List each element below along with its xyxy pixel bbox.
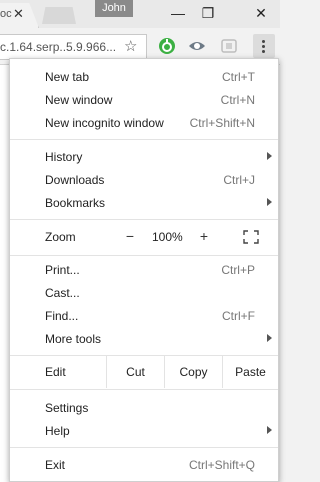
address-text: c.1.64.serp..5.9.966... [0, 40, 117, 54]
menu-item-label: New incognito window [45, 116, 164, 130]
menu-item-label: Print... [45, 263, 80, 277]
tab-close-icon[interactable]: ✕ [13, 6, 24, 22]
green-extension-icon[interactable] [158, 37, 176, 55]
new-tab-button[interactable] [42, 7, 76, 24]
fullscreen-icon[interactable] [243, 230, 259, 244]
menu-item-shortcut: Ctrl+T [222, 70, 255, 84]
menu-item-new-tab[interactable]: New tab Ctrl+T [10, 66, 278, 88]
eye-extension-icon[interactable] [188, 37, 206, 55]
menu-item-shortcut: Ctrl+F [222, 309, 255, 323]
zoom-in-button[interactable]: + [196, 228, 212, 244]
menu-item-downloads[interactable]: Downloads Ctrl+J [10, 169, 278, 191]
zoom-label: Zoom [45, 230, 76, 244]
menu-item-print[interactable]: Print... Ctrl+P [10, 259, 278, 281]
menu-item-label: History [45, 150, 83, 164]
edit-label: Edit [45, 365, 66, 379]
address-bar[interactable]: c.1.64.serp..5.9.966... ☆ [0, 34, 147, 60]
menu-item-label: New window [45, 93, 113, 107]
menu-separator [10, 447, 278, 448]
cut-button[interactable]: Cut [106, 356, 164, 388]
profile-name-badge[interactable]: John [95, 0, 133, 17]
menu-separator [10, 219, 278, 220]
menu-item-bookmarks[interactable]: Bookmarks [10, 192, 278, 214]
menu-item-new-window[interactable]: New window Ctrl+N [10, 89, 278, 111]
menu-item-label: Find... [45, 309, 79, 323]
menu-item-cast[interactable]: Cast... [10, 282, 278, 304]
edit-row: Edit Cut Copy Paste [10, 356, 278, 388]
menu-item-label: More tools [45, 332, 102, 346]
zoom-out-button[interactable]: − [122, 228, 138, 244]
chrome-menu: New tab Ctrl+T New window Ctrl+N New inc… [9, 58, 279, 482]
menu-item-shortcut: Ctrl+J [223, 173, 255, 187]
active-tab[interactable]: oc ✕ [0, 3, 39, 28]
menu-item-shortcut: Ctrl+P [221, 263, 255, 277]
menu-item-new-incognito-window[interactable]: New incognito window Ctrl+Shift+N [10, 112, 278, 134]
menu-item-label: Downloads [45, 173, 105, 187]
submenu-arrow-icon [267, 152, 272, 160]
submenu-arrow-icon [267, 426, 272, 434]
minimize-button[interactable]: — [168, 4, 188, 22]
menu-item-more-tools[interactable]: More tools [10, 328, 278, 350]
submenu-arrow-icon [267, 334, 272, 342]
copy-button[interactable]: Copy [164, 356, 222, 388]
menu-item-label: Exit [45, 458, 66, 472]
menu-item-settings[interactable]: Settings [10, 397, 278, 419]
menu-kebab-icon[interactable] [253, 34, 275, 58]
maximize-button[interactable]: ❐ [198, 4, 218, 22]
menu-item-history[interactable]: History [10, 146, 278, 168]
menu-item-help[interactable]: Help [10, 420, 278, 442]
tab-title: oc [0, 8, 12, 20]
menu-item-shortcut: Ctrl+Shift+Q [188, 458, 255, 472]
zoom-row: Zoom − 100% + [10, 221, 278, 253]
bookmark-star-icon[interactable]: ☆ [124, 37, 137, 55]
title-bar: oc ✕ John — ❐ ✕ [0, 0, 280, 28]
disabled-extension-icon[interactable] [220, 37, 238, 55]
menu-item-shortcut: Ctrl+Shift+N [189, 116, 255, 130]
zoom-level: 100% [152, 230, 183, 244]
menu-item-shortcut: Ctrl+N [220, 93, 255, 107]
menu-item-label: Bookmarks [45, 196, 106, 210]
menu-item-label: Settings [45, 401, 89, 415]
submenu-arrow-icon [267, 198, 272, 206]
menu-item-label: Help [45, 424, 70, 438]
menu-item-exit[interactable]: Exit Ctrl+Shift+Q [10, 454, 278, 476]
menu-separator [10, 139, 278, 140]
paste-button[interactable]: Paste [222, 356, 278, 388]
close-window-button[interactable]: ✕ [251, 4, 271, 22]
menu-separator [10, 389, 278, 390]
menu-separator [10, 255, 278, 256]
menu-item-label: Cast... [45, 286, 80, 300]
menu-item-find[interactable]: Find... Ctrl+F [10, 305, 278, 327]
menu-item-label: New tab [45, 70, 90, 84]
